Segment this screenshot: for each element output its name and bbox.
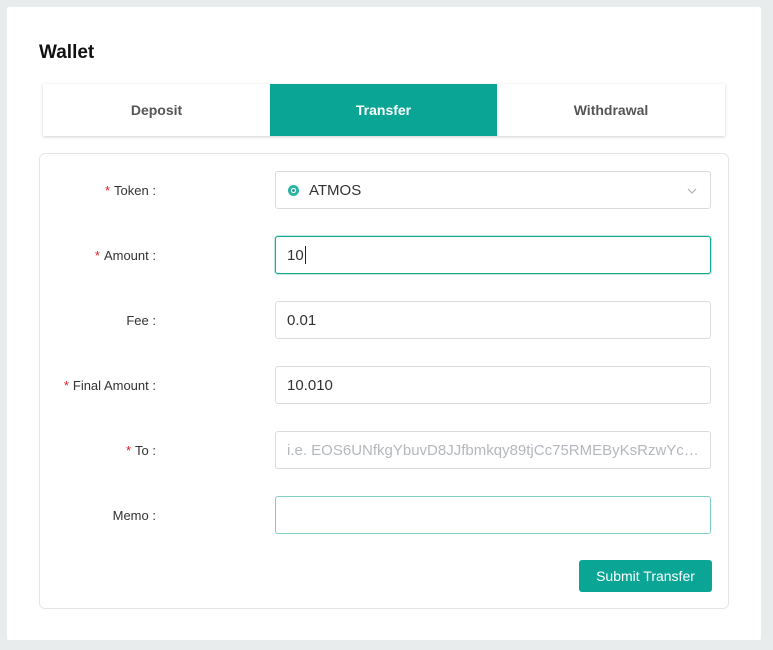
to-label: * To : bbox=[125, 443, 156, 458]
amount-input-value: 10 bbox=[287, 246, 304, 264]
wallet-tabs: Deposit Transfer Withdrawal bbox=[43, 84, 725, 136]
amount-row: * Amount : 10 bbox=[40, 236, 728, 276]
tab-deposit[interactable]: Deposit bbox=[43, 84, 270, 136]
required-mark: * bbox=[104, 183, 111, 198]
required-mark: * bbox=[63, 378, 69, 393]
final-amount-input[interactable]: 10.010 bbox=[275, 366, 711, 404]
required-mark: * bbox=[94, 248, 100, 263]
memo-label: Memo : bbox=[112, 508, 156, 523]
memo-input[interactable] bbox=[275, 496, 711, 534]
fee-label: Fee : bbox=[126, 313, 156, 328]
submit-transfer-button[interactable]: Submit Transfer bbox=[579, 560, 712, 592]
tab-transfer[interactable]: Transfer bbox=[270, 84, 497, 136]
tab-withdrawal[interactable]: Withdrawal bbox=[497, 84, 725, 136]
token-label: * Token : bbox=[104, 183, 156, 198]
final-amount-label: * Final Amount : bbox=[63, 378, 156, 393]
token-select-value: ATMOS bbox=[309, 181, 362, 199]
amount-label: * Amount : bbox=[94, 248, 156, 263]
to-address-placeholder: i.e. EOS6UNfkgYbuvD8JJfbmkqy89tjCc75RMEB… bbox=[287, 441, 699, 459]
page-title: Wallet bbox=[39, 42, 95, 63]
text-cursor bbox=[304, 246, 306, 264]
memo-row: Memo : bbox=[40, 496, 728, 536]
chevron-down-icon bbox=[686, 184, 698, 196]
token-row: * Token : ATMOS bbox=[40, 171, 728, 211]
fee-input[interactable]: 0.01 bbox=[275, 301, 711, 339]
transfer-form: * Token : ATMOS * Amount: 10 Fee: 0.01… bbox=[39, 153, 729, 609]
wallet-card: Wallet Deposit Transfer Withdrawal * Toke… bbox=[7, 7, 761, 640]
final-amount-input-value: 10.010 bbox=[287, 376, 333, 394]
amount-input[interactable]: 10 bbox=[275, 236, 711, 274]
fee-row: Fee : 0.01 bbox=[40, 301, 728, 341]
to-row: * To : i.e. EOS6UNfkgYbuvD8JJfbmkqy89tjCc… bbox=[40, 431, 728, 471]
token-select[interactable]: ATMOS bbox=[275, 171, 711, 209]
final-amount-row: * Final Amount : 10.010 bbox=[40, 366, 728, 406]
required-mark: * bbox=[125, 443, 132, 458]
atmos-token-icon bbox=[287, 184, 300, 197]
fee-input-value: 0.01 bbox=[287, 311, 317, 329]
to-address-input[interactable]: i.e. EOS6UNfkgYbuvD8JJfbmkqy89tjCc75RMEB… bbox=[275, 431, 711, 469]
